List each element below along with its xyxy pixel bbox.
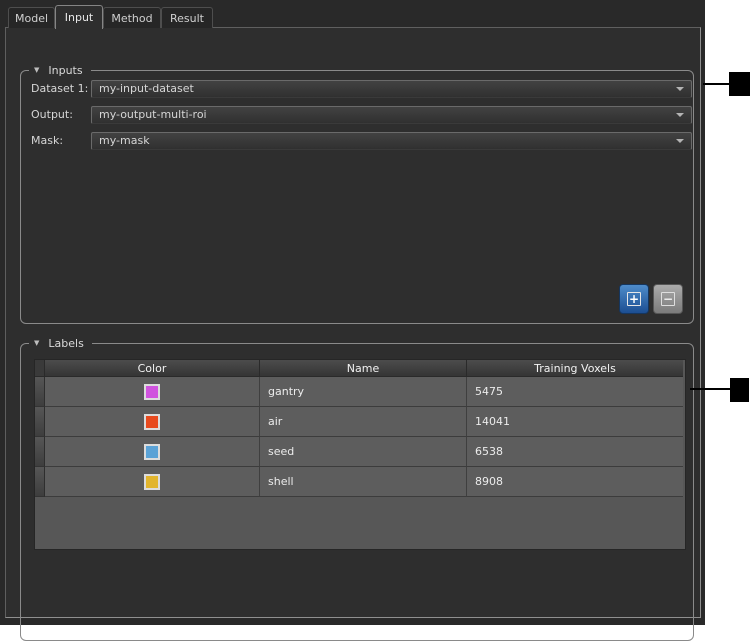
training-voxels-cell: 8908 (467, 467, 683, 497)
app-window: Model Input Method Result ▼ Inputs Datas… (0, 0, 705, 625)
minus-icon: − (661, 292, 675, 306)
name-cell: gantry (260, 377, 467, 407)
tab-method[interactable]: Method (103, 7, 161, 28)
row-header (35, 407, 45, 437)
color-cell[interactable] (45, 407, 260, 437)
column-header-training-voxels[interactable]: Training Voxels (467, 360, 683, 377)
color-swatch[interactable] (144, 384, 160, 400)
mask-combobox[interactable]: my-mask (91, 132, 692, 150)
table-row[interactable]: seed 6538 (35, 437, 685, 467)
dataset1-combobox-value: my-input-dataset (99, 82, 194, 95)
table-row[interactable]: air 14041 (35, 407, 685, 437)
training-voxels-cell: 14041 (467, 407, 683, 437)
row-header (35, 437, 45, 467)
mask-label: Mask: (31, 132, 63, 150)
dropdown-arrow-icon (676, 113, 684, 117)
output-combobox-value: my-output-multi-roi (99, 108, 207, 121)
callout-line-labels (690, 388, 731, 390)
output-combobox[interactable]: my-output-multi-roi (91, 106, 692, 124)
collapse-arrow-icon[interactable]: ▼ (34, 340, 39, 347)
table-row[interactable]: shell 8908 (35, 467, 685, 497)
name-cell: shell (260, 467, 467, 497)
row-header (35, 467, 45, 497)
tab-model[interactable]: Model (8, 7, 55, 28)
row-header (35, 377, 45, 407)
mask-combobox-value: my-mask (99, 134, 150, 147)
table-row[interactable]: gantry 5475 (35, 377, 685, 407)
plus-icon: + (627, 292, 641, 306)
table-corner-cell (35, 360, 45, 377)
collapse-arrow-icon[interactable]: ▼ (34, 67, 39, 74)
color-swatch[interactable] (144, 444, 160, 460)
remove-dataset-button[interactable]: − (653, 284, 683, 314)
output-label: Output: (31, 106, 73, 124)
labels-table: Color Name Training Voxels gantry 5475 (34, 359, 686, 550)
inputs-groupbox: ▼ Inputs Dataset 1: my-input-dataset Out… (20, 70, 694, 324)
callout-line-output (703, 83, 730, 85)
training-voxels-cell: 5475 (467, 377, 683, 407)
labels-groupbox-title: ▼ Labels (29, 336, 92, 351)
color-swatch[interactable] (144, 414, 160, 430)
inputs-groupbox-label: Inputs (48, 64, 82, 77)
labels-groupbox-label: Labels (48, 337, 83, 350)
callout-marker-labels (730, 378, 749, 402)
color-cell[interactable] (45, 467, 260, 497)
dropdown-arrow-icon (676, 139, 684, 143)
tab-input[interactable]: Input (55, 5, 103, 29)
color-cell[interactable] (45, 437, 260, 467)
name-cell: air (260, 407, 467, 437)
labels-groupbox: ▼ Labels Color Name Training Voxels gant… (20, 343, 694, 641)
color-cell[interactable] (45, 377, 260, 407)
labels-table-header: Color Name Training Voxels (35, 360, 685, 377)
name-cell: seed (260, 437, 467, 467)
column-header-name[interactable]: Name (260, 360, 467, 377)
training-voxels-cell: 6538 (467, 437, 683, 467)
dropdown-arrow-icon (676, 87, 684, 91)
dataset1-combobox[interactable]: my-input-dataset (91, 80, 692, 98)
tab-result[interactable]: Result (161, 7, 213, 28)
add-dataset-button[interactable]: + (619, 284, 649, 314)
tab-content-pane: ▼ Inputs Dataset 1: my-input-dataset Out… (5, 27, 701, 618)
inputs-groupbox-title: ▼ Inputs (29, 63, 91, 78)
dataset1-label: Dataset 1: (31, 80, 88, 98)
callout-marker-output (729, 72, 750, 96)
column-header-color[interactable]: Color (45, 360, 260, 377)
color-swatch[interactable] (144, 474, 160, 490)
